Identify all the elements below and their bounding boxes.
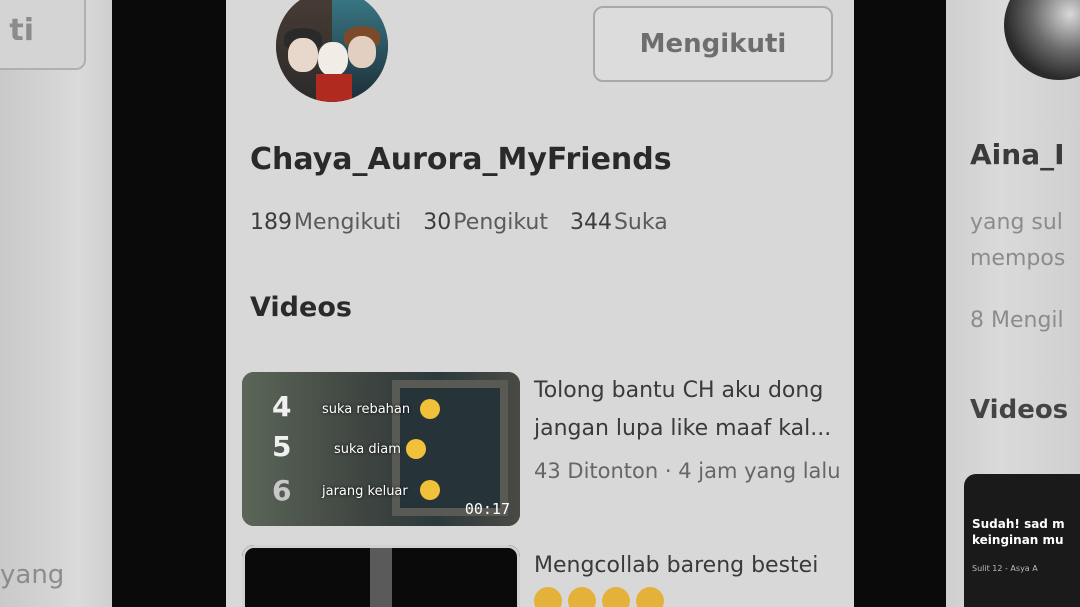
avatar[interactable] xyxy=(276,0,388,102)
next-thumbnail-small-text: Sulit 12 - Asya A xyxy=(972,564,1038,573)
previous-bio-fragment: yang xyxy=(0,560,65,590)
next-profile-card[interactable]: Aina_I yang sul mempos 8 Mengil Videos S… xyxy=(946,0,1080,607)
videos-heading: Videos xyxy=(250,292,352,323)
video-time-ago: 4 jam yang lalu xyxy=(678,459,841,483)
video-title[interactable]: Mengcollab bareng bestei xyxy=(534,547,842,585)
next-videos-heading: Videos xyxy=(970,395,1069,425)
next-bio-line: mempos xyxy=(970,246,1066,271)
video-views: 43 Ditonton xyxy=(534,459,659,483)
stat-likes-label: Suka xyxy=(613,210,668,235)
emoji-icon xyxy=(534,587,562,607)
avatar-face xyxy=(348,36,376,68)
video-thumbnail[interactable]: 4 5 6 suka rebahan suka diam jarang kelu… xyxy=(242,372,520,526)
video-meta: 43 Ditonton · 4 jam yang lalu xyxy=(534,452,842,490)
meta-separator: · xyxy=(658,459,679,483)
next-avatar[interactable] xyxy=(1004,0,1080,80)
next-username: Aina_I xyxy=(970,138,1065,171)
emoji-icon xyxy=(420,399,440,419)
thumbnail-caption: suka diam xyxy=(334,442,401,457)
thumbnail-number: 6 xyxy=(272,474,292,507)
video-title[interactable]: Tolong bantu CH aku dong jangan lupa lik… xyxy=(534,372,842,448)
stat-followers-value: 30 xyxy=(423,210,452,235)
avatar-face xyxy=(318,42,348,76)
next-bio: yang sul mempos xyxy=(970,205,1065,277)
stat-following[interactable]: 189Mengikuti xyxy=(250,210,401,235)
profile-stats: 189Mengikuti 30Pengikut 344Suka xyxy=(250,210,668,235)
following-button[interactable]: Mengikuti xyxy=(593,6,833,82)
thumbnail-number: 4 xyxy=(272,390,292,423)
stat-followers-label: Pengikut xyxy=(453,210,548,235)
previous-follow-button[interactable]: ti xyxy=(0,0,86,70)
thumbnail-number: 5 xyxy=(272,430,292,463)
next-stat: 8 Mengil xyxy=(970,308,1064,333)
thumbnail-frame xyxy=(242,545,520,607)
emoji-icon xyxy=(420,480,440,500)
thumbnail-caption: suka rebahan xyxy=(322,402,411,417)
emoji-icon xyxy=(636,587,664,607)
video-list-item[interactable]: 4 5 6 suka rebahan suka diam jarang kelu… xyxy=(242,372,842,526)
emoji-icon xyxy=(602,587,630,607)
previous-follow-label: ti xyxy=(9,12,34,48)
video-thumbnail[interactable] xyxy=(242,545,520,607)
stat-following-label: Mengikuti xyxy=(294,210,402,235)
stat-likes: 344Suka xyxy=(570,210,668,235)
next-thumbnail-text: Sudah! sad m keinginan mu xyxy=(972,517,1065,547)
stat-following-value: 189 xyxy=(250,210,292,235)
next-bio-line: yang sul xyxy=(970,210,1063,235)
emoji-icon xyxy=(568,587,596,607)
profile-username: Chaya_Aurora_MyFriends xyxy=(250,142,672,177)
stat-likes-value: 344 xyxy=(569,210,612,235)
emoji-row xyxy=(534,587,664,607)
avatar-shirt xyxy=(316,74,352,102)
thumbnail-caption: jarang keluar xyxy=(322,484,408,499)
next-video-thumbnail[interactable]: Sudah! sad m keinginan mu Sulit 12 - Asy… xyxy=(964,474,1080,607)
emoji-icon xyxy=(406,439,426,459)
video-list-item[interactable]: Mengcollab bareng bestei xyxy=(242,545,842,607)
avatar-face xyxy=(288,38,318,72)
video-duration: 00:17 xyxy=(464,500,510,518)
profile-card: Mengikuti Chaya_Aurora_MyFriends 189Meng… xyxy=(226,0,854,607)
previous-profile-card[interactable]: ti yang xyxy=(0,0,112,607)
stat-followers[interactable]: 30Pengikut xyxy=(423,210,548,235)
